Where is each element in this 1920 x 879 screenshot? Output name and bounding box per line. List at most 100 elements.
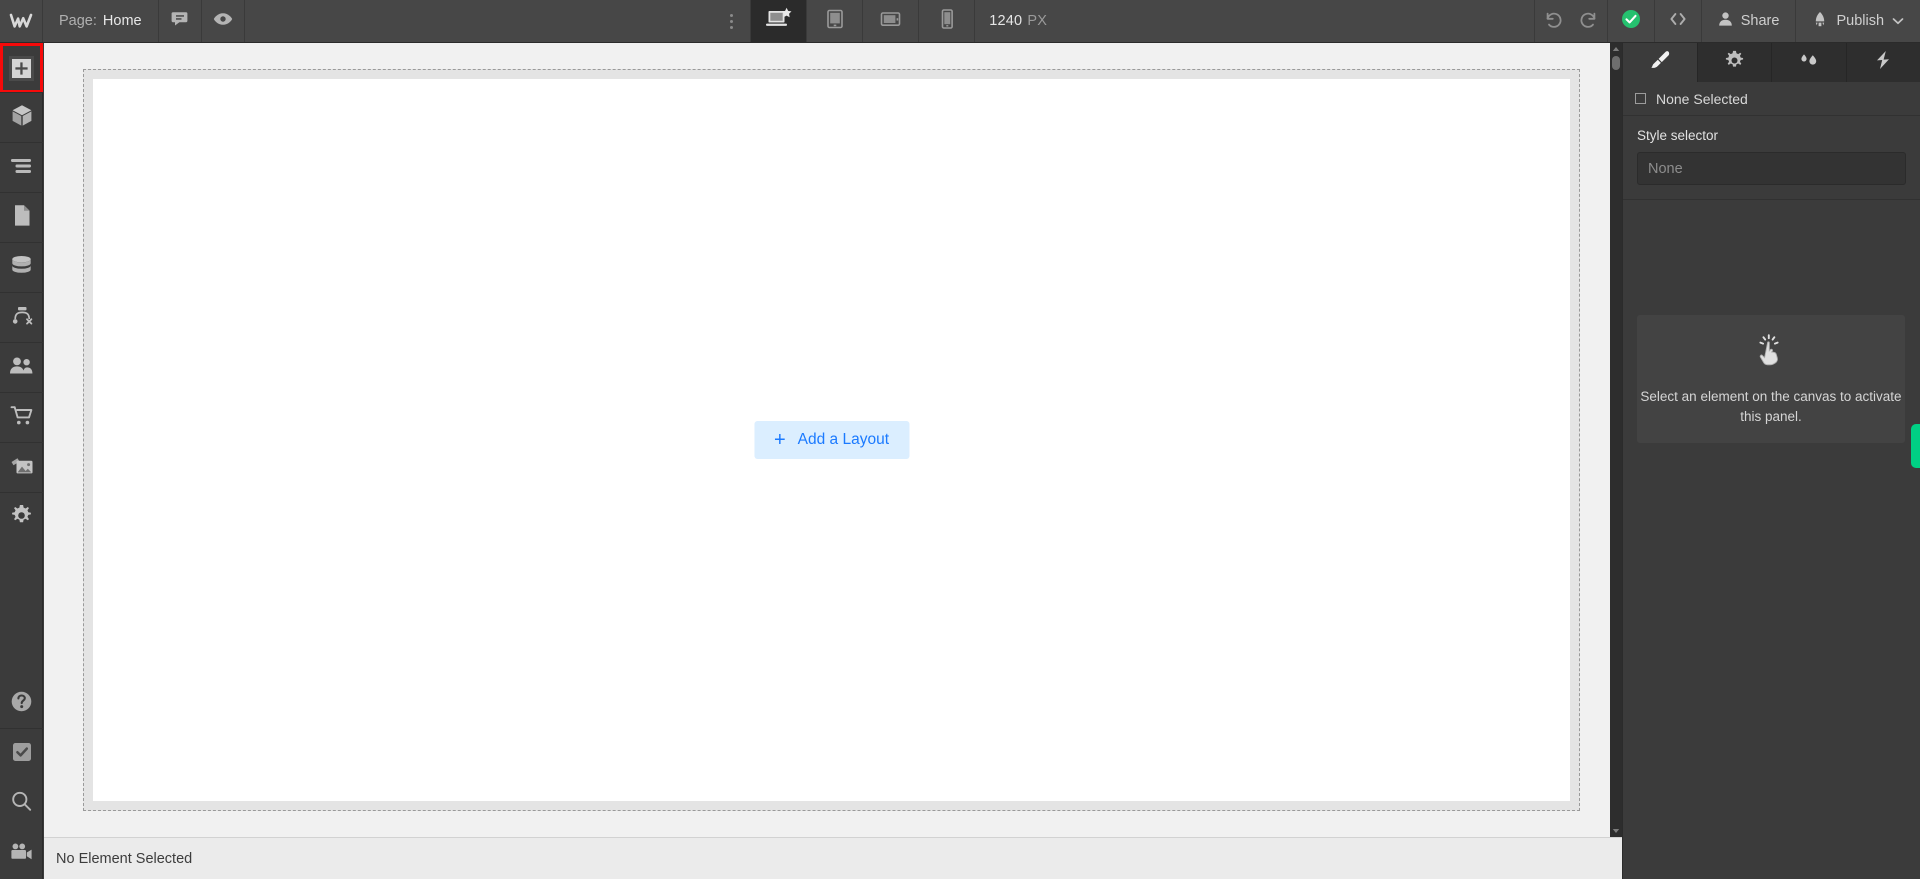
- gear-icon: [1724, 50, 1745, 76]
- right-panel-tabs: [1623, 43, 1920, 82]
- desktop-star-icon: [764, 7, 794, 36]
- sidebar-item-navigator[interactable]: [0, 143, 43, 193]
- page-body-frame[interactable]: + Add a Layout: [83, 69, 1580, 811]
- share-button[interactable]: Share: [1702, 0, 1797, 42]
- sidebar-bottom-group: [0, 679, 43, 879]
- rocket-icon: [1812, 11, 1828, 32]
- video-camera-icon: [9, 842, 34, 867]
- comments-button[interactable]: [159, 0, 202, 42]
- breakpoint-switcher: [751, 0, 976, 42]
- preview-toggle-button[interactable]: [202, 0, 245, 42]
- tablet-icon: [825, 7, 845, 36]
- sidebar-item-audit[interactable]: [0, 729, 43, 779]
- redo-icon: [1579, 10, 1599, 33]
- eye-preview-icon: [213, 12, 233, 31]
- gear-icon: [10, 504, 33, 532]
- canvas-width-indicator[interactable]: 1240 PX: [975, 0, 1065, 42]
- share-label: Share: [1740, 13, 1780, 29]
- breakpoint-more-options-button[interactable]: [713, 0, 752, 42]
- page-selector[interactable]: Page: Home: [43, 0, 159, 42]
- navigator-layers-icon: [10, 157, 33, 180]
- canvas-width-value: 1240: [989, 13, 1023, 29]
- scroll-down-arrow-icon[interactable]: [1610, 825, 1622, 837]
- breakpoint-tablet[interactable]: [807, 0, 864, 42]
- tab-style[interactable]: [1623, 43, 1698, 82]
- webflow-logo-icon: [9, 13, 33, 29]
- cube-icon: [11, 104, 33, 132]
- search-icon: [10, 790, 33, 818]
- panel-empty-state: Select an element on the canvas to activ…: [1637, 315, 1905, 443]
- sidebar-item-components[interactable]: [0, 93, 43, 143]
- breakpoint-mobile[interactable]: [919, 0, 976, 42]
- page-document-icon: [13, 204, 31, 232]
- water-drops-icon: [1796, 50, 1822, 75]
- plus-icon: [9, 55, 34, 81]
- tab-effects[interactable]: [1847, 43, 1920, 82]
- scroll-up-arrow-icon[interactable]: [1610, 43, 1622, 55]
- tablet-landscape-icon: [879, 9, 903, 34]
- chevron-down-icon: [1892, 13, 1904, 29]
- sidebar-item-video[interactable]: [0, 829, 43, 879]
- sidebar-item-users[interactable]: [0, 343, 43, 393]
- panel-empty-state-message: Select an element on the canvas to activ…: [1640, 388, 1902, 424]
- style-selector-input[interactable]: [1637, 152, 1906, 185]
- code-export-button[interactable]: [1655, 0, 1702, 42]
- tab-settings[interactable]: [1698, 43, 1772, 82]
- code-brackets-icon: [1667, 11, 1689, 32]
- breakpoint-tablet-landscape[interactable]: [863, 0, 920, 42]
- checkmark-audit-icon: [10, 740, 34, 769]
- database-icon: [10, 255, 33, 281]
- sidebar-item-cms[interactable]: [0, 243, 43, 293]
- logic-flow-icon: [10, 305, 34, 331]
- canvas-width-unit: PX: [1027, 13, 1048, 29]
- sidebar-item-add-elements[interactable]: [0, 43, 43, 93]
- breakpoint-desktop-base[interactable]: [751, 0, 808, 42]
- feedback-side-tab[interactable]: [1911, 424, 1920, 468]
- shopping-cart-icon: [10, 405, 34, 431]
- empty-box-icon: [1635, 93, 1646, 104]
- tab-interactions[interactable]: [1772, 43, 1847, 82]
- left-sidebar: [0, 43, 43, 879]
- sidebar-item-ecommerce[interactable]: [0, 393, 43, 443]
- lightning-bolt-icon: [1874, 49, 1892, 76]
- publish-label: Publish: [1836, 13, 1885, 29]
- plus-icon: +: [773, 429, 786, 451]
- sidebar-item-settings[interactable]: [0, 493, 43, 543]
- save-status-button[interactable]: [1608, 0, 1655, 42]
- more-options-icon: [730, 13, 734, 29]
- selection-indicator: None Selected: [1623, 82, 1920, 116]
- page-label: Page:: [59, 13, 97, 29]
- page-canvas[interactable]: + Add a Layout: [93, 79, 1570, 801]
- right-panel: None Selected Style selector Select an e…: [1622, 43, 1920, 879]
- webflow-logo-button[interactable]: [0, 0, 43, 42]
- style-selector-label: Style selector: [1637, 128, 1719, 143]
- saved-check-icon: [1621, 9, 1641, 34]
- tap-hand-icon: [1754, 332, 1788, 373]
- comment-icon: [170, 9, 189, 33]
- question-help-icon: [10, 690, 33, 718]
- scrollbar-thumb[interactable]: [1612, 56, 1620, 70]
- top-toolbar-right-group: Share Publish: [1533, 0, 1920, 42]
- top-toolbar: Page: Home 1240 PX Share Publish: [0, 0, 1920, 43]
- paintbrush-icon: [1649, 49, 1671, 76]
- person-icon: [1718, 11, 1733, 31]
- sidebar-item-logic[interactable]: [0, 293, 43, 343]
- add-layout-button[interactable]: + Add a Layout: [753, 421, 910, 459]
- undo-icon: [1543, 10, 1563, 33]
- images-assets-icon: [10, 456, 34, 481]
- redo-button[interactable]: [1571, 0, 1608, 42]
- sidebar-item-pages[interactable]: [0, 193, 43, 243]
- canvas-vertical-scrollbar[interactable]: [1610, 43, 1622, 837]
- style-selector-section: Style selector: [1623, 116, 1920, 200]
- sidebar-item-help[interactable]: [0, 679, 43, 729]
- people-icon: [9, 356, 34, 380]
- sidebar-item-search[interactable]: [0, 779, 43, 829]
- design-canvas-area[interactable]: + Add a Layout: [44, 43, 1622, 837]
- sidebar-item-assets[interactable]: [0, 443, 43, 493]
- undo-button[interactable]: [1533, 0, 1571, 42]
- status-bar-message: No Element Selected: [56, 850, 193, 867]
- toolbar-spacer-left: [245, 0, 714, 42]
- page-name: Home: [102, 13, 142, 29]
- add-layout-label: Add a Layout: [797, 431, 890, 448]
- publish-button[interactable]: Publish: [1796, 0, 1920, 42]
